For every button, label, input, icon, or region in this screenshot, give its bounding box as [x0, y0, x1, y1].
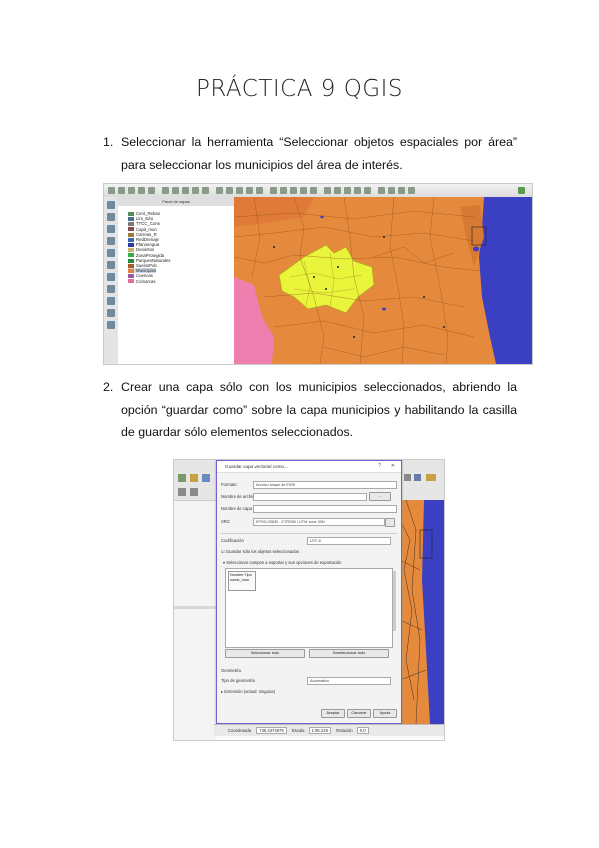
- geometry-label: Geometría: [221, 668, 241, 673]
- dialog-title: Guardar capa vectorial como...: [217, 461, 401, 473]
- select-fields-label: Seleccionar campos a exportar y sus opci…: [226, 560, 342, 565]
- filename-label: Nombre de archivo: [221, 494, 257, 499]
- qgis-save-as-screenshot: Guardar capa vectorial como... ? ✕ Forma…: [173, 459, 445, 741]
- deselect-all-button[interactable]: Deseleccionar todo: [309, 649, 389, 658]
- cancel-button[interactable]: Cancelar: [347, 709, 371, 718]
- layer-item[interactable]: Comarcas: [128, 279, 156, 284]
- step-2-text: Crear una capa sólo con los municipios s…: [121, 380, 517, 439]
- rotation-field[interactable]: 0,0: [356, 727, 369, 734]
- help-button[interactable]: Ayuda: [373, 709, 397, 718]
- coordinate-field[interactable]: 736,4374879: [256, 727, 287, 734]
- ok-button[interactable]: Aceptar: [321, 709, 345, 718]
- format-label: Formato: [221, 482, 237, 487]
- rotation-label: Rotación: [336, 728, 353, 733]
- layer-name-input[interactable]: [253, 505, 397, 513]
- save-vector-dialog: Guardar capa vectorial como... ? ✕ Forma…: [216, 460, 402, 724]
- qgis-toolbar-right: [400, 460, 444, 501]
- scale-field[interactable]: 1:95.226: [308, 727, 331, 734]
- layers-panel-title: Panel de capas: [118, 197, 234, 206]
- close-icon[interactable]: ✕: [391, 463, 395, 469]
- select-all-button[interactable]: Seleccionar todo: [225, 649, 305, 658]
- fields-scrollbar[interactable]: [393, 571, 396, 631]
- fields-table[interactable]: Nombre Tipo nomb_mun: [225, 568, 393, 648]
- coordinate-label: Coordenada: [228, 728, 252, 733]
- crs-picker-icon[interactable]: [385, 518, 395, 527]
- layer-symbol-icon: [128, 279, 134, 284]
- page-title: PRÁCTICA 9 QGIS: [196, 76, 403, 102]
- qgis-statusbar: Coordenada 736,4374879 Escala 1:95.226 R…: [214, 724, 444, 736]
- qgis-background-left: [174, 460, 216, 740]
- qgis-left-toolbar: [104, 197, 119, 364]
- crs-select[interactable]: EPSG:25830 - ETRS89 / UTM zone 30N: [253, 518, 385, 526]
- step-1-text: Seleccionar la herramienta “Seleccionar …: [121, 135, 517, 172]
- save-selected-label: Guardar sólo los objetos seleccionados: [225, 549, 300, 554]
- format-select[interactable]: Archivo shape de ESRI: [253, 481, 397, 489]
- help-icon[interactable]: ?: [378, 463, 381, 469]
- map-canvas-partial: [400, 500, 444, 724]
- geometry-type-select[interactable]: Automático: [307, 677, 391, 685]
- select-fields-section[interactable]: ▾ Seleccionar campos a exportar y sus op…: [223, 560, 342, 565]
- scale-label: Escala: [291, 728, 305, 733]
- fields-table-cell[interactable]: Nombre Tipo nomb_mun: [228, 571, 256, 591]
- qgis-selection-screenshot: Panel de capas Cent_Reban Lim_Edo TTCC_Con…: [103, 183, 533, 365]
- browse-button[interactable]: ...: [369, 492, 391, 501]
- field-type: Tipo: [244, 573, 252, 577]
- save-selected-checkbox[interactable]: ☑ Guardar sólo los objetos seleccionados: [221, 549, 299, 554]
- layers-panel: Panel de capas Cent_Reban Lim_Edo TTCC_Con…: [118, 197, 235, 364]
- filename-input[interactable]: [253, 493, 367, 501]
- geometry-type-label: Tipo de geometría: [221, 678, 255, 683]
- extent-section[interactable]: ▸ Extensión (actual: ninguna): [221, 689, 275, 694]
- layer-name-label: Nombre de capa: [221, 506, 252, 511]
- qgis-toolbar: [104, 184, 532, 198]
- encoding-select[interactable]: UTF-8: [307, 537, 391, 545]
- field-header: Nombre: [230, 573, 244, 577]
- extent-label: Extensión (actual: ninguna): [224, 689, 276, 694]
- step-1-number: 1.: [103, 135, 114, 149]
- crs-label: SRC: [221, 519, 230, 524]
- step-2-number: 2.: [103, 380, 114, 394]
- field-value: nomb_mun: [230, 578, 249, 582]
- encoding-label: Codificación: [221, 538, 244, 543]
- layer-name: Comarcas: [136, 278, 156, 284]
- map-canvas: [234, 197, 532, 364]
